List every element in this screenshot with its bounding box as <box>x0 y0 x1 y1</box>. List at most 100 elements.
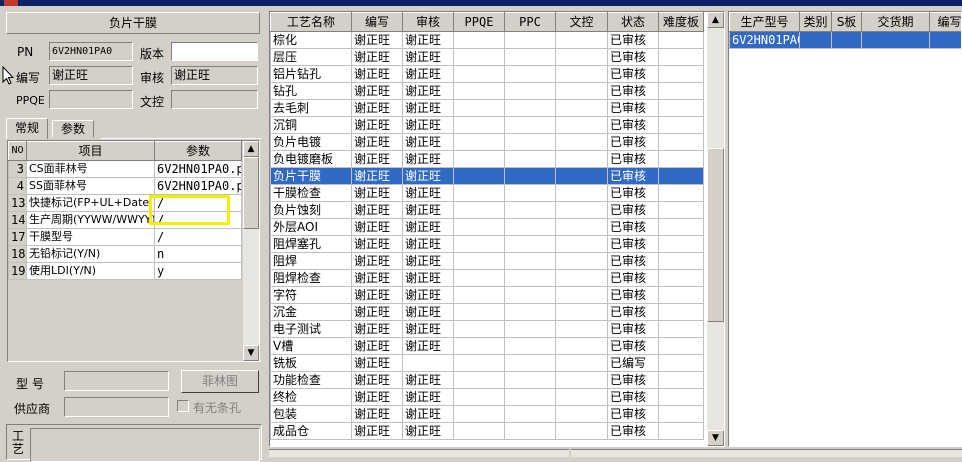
table-row[interactable]: 字符谢正旺谢正旺已审核 <box>271 287 704 304</box>
tab-parameters[interactable]: 参数 <box>52 120 94 138</box>
cell-ppc <box>505 151 556 168</box>
scroll-up-icon[interactable]: ▲ <box>243 141 259 157</box>
table-row[interactable]: 负电镀磨板谢正旺谢正旺已审核 <box>271 151 704 168</box>
param-value[interactable]: n <box>155 246 242 263</box>
col-doc-control[interactable]: 文控 <box>556 13 608 32</box>
table-row[interactable]: 沉铜谢正旺谢正旺已审核 <box>271 117 704 134</box>
table-row[interactable]: 棕化谢正旺谢正旺已审核 <box>271 32 704 49</box>
cell-reviewer: 谢正旺 <box>403 202 454 219</box>
scroll-down-icon[interactable]: ▼ <box>243 345 259 361</box>
table-row[interactable]: 包装谢正旺谢正旺已审核 <box>271 406 704 423</box>
cell-sboard <box>832 32 862 49</box>
cell-name: 成品仓 <box>271 423 352 440</box>
cell-status: 已审核 <box>608 389 659 406</box>
cell-status: 已审核 <box>608 151 659 168</box>
cell-name: 包装 <box>271 406 352 423</box>
doc-control-field[interactable] <box>171 90 258 109</box>
scroll-up-icon[interactable]: ▲ <box>707 12 724 28</box>
parameter-row[interactable]: 18无铅标记(Y/N)n <box>9 246 242 263</box>
ppqe-field[interactable] <box>49 90 133 109</box>
col-no[interactable]: NO <box>9 142 27 161</box>
cell-ppqe <box>454 202 505 219</box>
parameter-scrollbar[interactable]: ▲ ▼ <box>243 141 259 361</box>
cell-status: 已审核 <box>608 49 659 66</box>
parameter-row[interactable]: 19使用LDI(Y/N)y <box>9 263 242 280</box>
tab-general[interactable]: 常规 <box>6 118 48 139</box>
table-row[interactable]: 外层AOI谢正旺谢正旺已审核 <box>271 219 704 236</box>
cell-difficulty <box>659 423 704 440</box>
table-row[interactable]: 沉金谢正旺谢正旺已审核 <box>271 304 704 321</box>
col-ppc[interactable]: PPC <box>505 13 556 32</box>
cell-author: 谢正旺 <box>352 168 403 185</box>
col-reviewer[interactable]: 审核 <box>403 13 454 32</box>
cell-doc <box>556 202 608 219</box>
col-author[interactable]: 编写 <box>352 13 403 32</box>
film-button[interactable]: 菲林图 <box>181 370 259 393</box>
col-s-board[interactable]: S板 <box>832 13 862 32</box>
table-row[interactable]: 负片电镀谢正旺谢正旺已审核 <box>271 134 704 151</box>
table-row[interactable]: 去毛刺谢正旺谢正旺已审核 <box>271 100 704 117</box>
table-row[interactable]: 层压谢正旺谢正旺已审核 <box>271 49 704 66</box>
param-value[interactable]: / <box>155 229 242 246</box>
process-hscroll[interactable] <box>269 449 569 457</box>
no-strip-checkbox[interactable] <box>177 400 189 412</box>
supplier-field[interactable] <box>64 397 169 417</box>
cell-reviewer: 谢正旺 <box>403 83 454 100</box>
table-row[interactable]: 阻焊谢正旺谢正旺已审核 <box>271 253 704 270</box>
version-field[interactable] <box>171 42 258 61</box>
table-row[interactable]: V槽谢正旺谢正旺已审核 <box>271 338 704 355</box>
cell-status: 已审核 <box>608 304 659 321</box>
table-row[interactable]: 负片蚀刻谢正旺谢正旺已审核 <box>271 202 704 219</box>
scroll-thumb[interactable] <box>243 157 259 229</box>
cell-status: 已审核 <box>608 372 659 389</box>
lower-hscroll[interactable] <box>571 449 962 457</box>
col-ppqe[interactable]: PPQE <box>454 13 505 32</box>
cell-delivery <box>862 32 930 49</box>
table-row[interactable]: 干膜检查谢正旺谢正旺已审核 <box>271 185 704 202</box>
col-status[interactable]: 状态 <box>608 13 659 32</box>
col-difficulty[interactable]: 难度板 <box>659 13 704 32</box>
cell-author: 谢正旺 <box>352 66 403 83</box>
col-delivery[interactable]: 交货期 <box>862 13 930 32</box>
pn-field[interactable]: 6V2HN01PA0 <box>49 42 133 61</box>
cell-ppc <box>505 66 556 83</box>
parameter-row[interactable]: 3CS面菲林号6V2HN01PA0.plr <box>9 161 242 178</box>
table-row[interactable]: 阻焊检查谢正旺谢正旺已审核 <box>271 270 704 287</box>
col-process-name[interactable]: 工艺名称 <box>271 13 352 32</box>
cell-ppc <box>505 304 556 321</box>
table-row[interactable]: 终检谢正旺谢正旺已审核 <box>271 389 704 406</box>
col-number[interactable]: 编写 <box>930 13 962 32</box>
reviewer-field[interactable]: 谢正旺 <box>171 66 258 85</box>
process-scrollbar[interactable]: ▲ ▼ <box>707 12 724 446</box>
table-row[interactable]: 电子测试谢正旺谢正旺已审核 <box>271 321 704 338</box>
cell-difficulty <box>659 355 704 372</box>
col-param[interactable]: 参数 <box>155 142 242 161</box>
scroll-thumb[interactable] <box>707 148 724 322</box>
col-model[interactable]: 生产型号 <box>730 13 800 32</box>
table-row[interactable]: 钻孔谢正旺谢正旺已审核 <box>271 83 704 100</box>
author-field[interactable]: 谢正旺 <box>49 66 133 85</box>
cell-difficulty <box>659 151 704 168</box>
table-row[interactable]: 铣板谢正旺已编写 <box>271 355 704 372</box>
table-row[interactable]: 功能检查谢正旺谢正旺已审核 <box>271 372 704 389</box>
parameter-row[interactable]: 17干膜型号/ <box>9 229 242 246</box>
table-row[interactable]: 负片干膜谢正旺谢正旺已审核 <box>271 168 704 185</box>
cell-status: 已审核 <box>608 202 659 219</box>
col-item[interactable]: 项目 <box>27 142 155 161</box>
model-field[interactable] <box>64 371 169 391</box>
scroll-down-icon[interactable]: ▼ <box>707 430 724 446</box>
table-row[interactable]: 阻焊塞孔谢正旺谢正旺已审核 <box>271 236 704 253</box>
param-value[interactable]: y <box>155 263 242 280</box>
parameter-row[interactable]: 4SS面菲林号6V2HN01PA0.plr <box>9 178 242 195</box>
param-value[interactable]: 6V2HN01PA0.plr <box>155 178 242 195</box>
table-row[interactable]: 6V2HN01PA0 <box>730 32 962 49</box>
cell-doc <box>556 83 608 100</box>
cell-doc <box>556 338 608 355</box>
col-category[interactable]: 类别 <box>800 13 832 32</box>
cell-difficulty <box>659 49 704 66</box>
cell-name: 字符 <box>271 287 352 304</box>
cell-difficulty <box>659 100 704 117</box>
param-value[interactable]: 6V2HN01PA0.plr <box>155 161 242 178</box>
table-row[interactable]: 成品仓谢正旺谢正旺已审核 <box>271 423 704 440</box>
table-row[interactable]: 铝片钻孔谢正旺谢正旺已审核 <box>271 66 704 83</box>
